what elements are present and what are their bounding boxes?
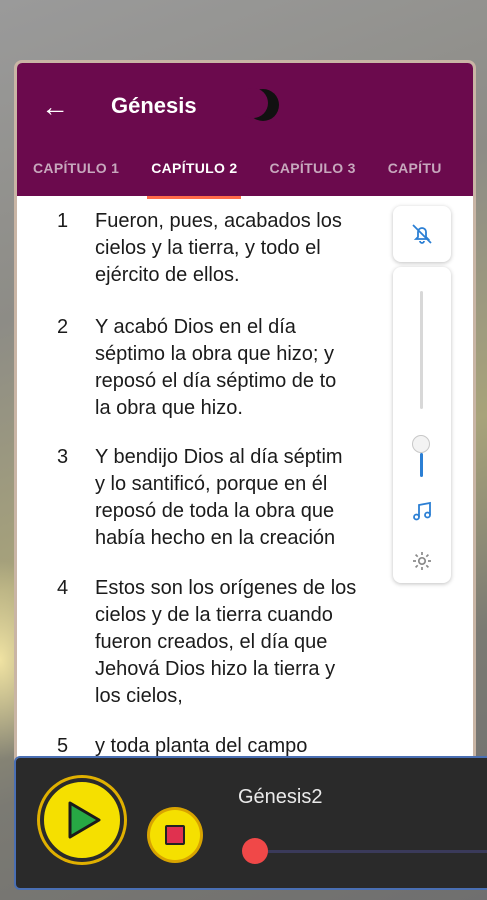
verse-line: ejército de ellos. xyxy=(95,264,240,286)
verse-line: cielos y de la tierra cuando xyxy=(95,604,333,626)
seek-bar-track[interactable] xyxy=(252,850,487,853)
track-title: Génesis2 xyxy=(238,786,323,808)
verse-line: Y acabó Dios en el día xyxy=(95,316,296,338)
verse-item[interactable]: 1 Fueron, pues, acabados los cielos y la… xyxy=(17,208,437,289)
audio-player-bar: Génesis2 xyxy=(14,756,487,890)
moon-icon[interactable] xyxy=(245,85,285,125)
volume-slider-thumb[interactable] xyxy=(412,435,430,454)
verse-text: Fueron, pues, acabados los cielos y la t… xyxy=(95,208,435,289)
verse-text: Y bendijo Dios al día séptim y lo santif… xyxy=(95,444,435,552)
verse-line: Y bendijo Dios al día séptim xyxy=(95,446,343,468)
verse-line: la obra que hizo. xyxy=(95,397,243,419)
verse-line: reposó de toda la obra que xyxy=(95,500,335,522)
verse-line: Estos son los orígenes de los xyxy=(95,577,357,599)
verse-line: séptimo la obra que hizo; y xyxy=(95,343,335,365)
verse-line: Fueron, pues, acabados los xyxy=(95,210,342,232)
verse-line: Jehová Dios hizo la tierra y xyxy=(95,658,336,680)
bell-off-icon[interactable] xyxy=(410,222,434,246)
verse-item[interactable]: 3 Y bendijo Dios al día séptim y lo sant… xyxy=(17,444,437,552)
verse-line: había hecho en la creación xyxy=(95,527,336,549)
verse-line: fueron creados, el día que xyxy=(95,631,328,653)
back-arrow-icon[interactable]: ← xyxy=(41,91,69,123)
audio-control-panel xyxy=(393,267,451,583)
gear-icon[interactable] xyxy=(410,549,434,573)
volume-track-empty xyxy=(420,291,423,409)
verse-number: 1 xyxy=(57,210,69,232)
verse-number: 2 xyxy=(57,316,69,338)
stop-button[interactable] xyxy=(150,810,200,860)
seek-bar-thumb[interactable] xyxy=(242,838,268,864)
verse-number: 3 xyxy=(57,446,69,468)
stop-icon xyxy=(165,825,185,845)
verse-line: cielos y la tierra, y todo el xyxy=(95,237,321,259)
music-note-icon[interactable] xyxy=(410,499,434,523)
tab-chapter-1[interactable]: CAPÍTULO 1 xyxy=(17,145,135,193)
verse-line: los cielos, xyxy=(95,685,183,707)
tab-chapter-2[interactable]: CAPÍTULO 2 xyxy=(135,145,253,199)
verse-text: Y acabó Dios en el día séptimo la obra q… xyxy=(95,314,435,422)
chapter-tabs: CAPÍTULO 1 CAPÍTULO 2 CAPÍTULO 3 CAPÍTU xyxy=(17,145,473,199)
book-title: Génesis xyxy=(111,93,197,118)
play-button[interactable] xyxy=(40,778,124,862)
verse-text: Estos son los orígenes de los cielos y d… xyxy=(95,575,435,710)
verse-line: y lo santificó, porque en él xyxy=(95,473,328,495)
verse-line: reposó el día séptimo de to xyxy=(95,370,337,392)
mute-panel xyxy=(393,206,451,262)
tab-chapter-4[interactable]: CAPÍTU xyxy=(372,145,458,193)
verse-item[interactable]: 4 Estos son los orígenes de los cielos y… xyxy=(17,575,437,710)
tab-chapter-3[interactable]: CAPÍTULO 3 xyxy=(253,145,371,193)
app-bar: ← Génesis CAPÍTULO 1 CAPÍTULO 2 CAPÍTULO… xyxy=(17,63,473,199)
volume-track-fill xyxy=(420,453,423,477)
verse-item[interactable]: 2 Y acabó Dios en el día séptimo la obra… xyxy=(17,314,437,422)
verse-number: 4 xyxy=(57,577,69,599)
play-icon xyxy=(68,801,101,839)
